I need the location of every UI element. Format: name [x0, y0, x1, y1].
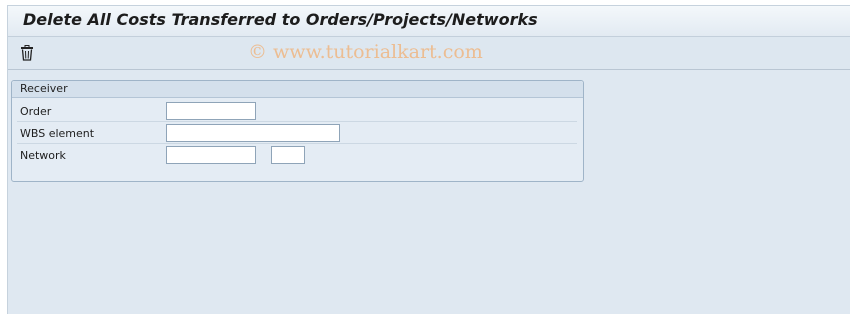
wbs-element-row: WBS element: [17, 122, 577, 144]
order-label: Order: [20, 105, 51, 118]
network-activity-input[interactable]: [271, 146, 305, 164]
order-input[interactable]: [166, 102, 256, 120]
wbs-element-input[interactable]: [166, 124, 340, 142]
title-bar: Delete All Costs Transferred to Orders/P…: [8, 6, 850, 37]
network-label: Network: [20, 149, 66, 162]
network-row: Network: [17, 144, 577, 166]
trash-icon: [20, 45, 34, 61]
application-toolbar: © www.tutorialkart.com: [8, 37, 850, 70]
app-window: Delete All Costs Transferred to Orders/P…: [7, 5, 850, 314]
order-row: Order: [17, 100, 577, 122]
receiver-group: Receiver Order WBS element Network: [11, 80, 584, 182]
network-input[interactable]: [166, 146, 256, 164]
group-header: Receiver: [12, 81, 583, 98]
delete-button[interactable]: [18, 44, 36, 62]
watermark-text: © www.tutorialkart.com: [248, 41, 483, 63]
page-title: Delete All Costs Transferred to Orders/P…: [23, 10, 538, 29]
wbs-element-label: WBS element: [20, 127, 94, 140]
group-title: Receiver: [20, 82, 68, 95]
